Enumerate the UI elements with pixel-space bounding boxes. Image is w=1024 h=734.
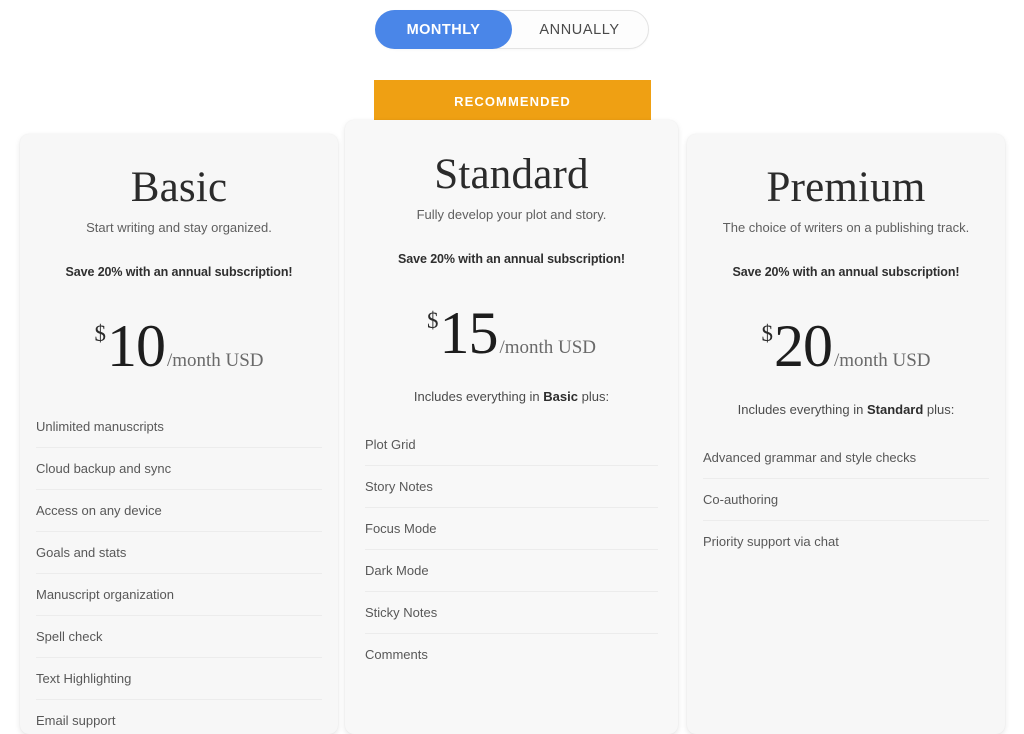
price-amount: 20 <box>773 313 833 379</box>
toggle-option-monthly[interactable]: MONTHLY <box>375 10 512 49</box>
plan-content-premium: Premium The choice of writers on a publi… <box>687 166 1005 417</box>
plan-content-standard: Standard Fully develop your plot and sto… <box>345 153 678 404</box>
plan-content-basic: Basic Start writing and stay organized. … <box>20 166 338 376</box>
annual-savings-note: Save 20% with an annual subscription! <box>65 265 293 279</box>
price-amount: 15 <box>439 300 498 366</box>
includes-suffix: plus: <box>577 389 610 404</box>
feature-item: Cloud backup and sync <box>36 448 322 490</box>
feature-item: Dark Mode <box>365 550 658 592</box>
includes-suffix: plus: <box>923 402 955 417</box>
feature-item: Access on any device <box>36 490 322 532</box>
feature-item: Focus Mode <box>365 508 658 550</box>
feature-item: Advanced grammar and style checks <box>703 437 989 479</box>
toggle-option-annually[interactable]: ANNUALLY <box>511 11 648 48</box>
feature-item: Manuscript organization <box>36 574 322 616</box>
feature-list: Advanced grammar and style checks Co-aut… <box>687 437 1005 562</box>
includes-prefix: Includes everything in <box>737 402 867 417</box>
plan-price: $ 20 /month USD <box>711 316 981 376</box>
plan-tagline: Start writing and stay organized. <box>86 220 272 235</box>
price-currency-symbol: $ <box>426 308 439 333</box>
feature-item: Comments <box>365 647 428 662</box>
recommended-badge: RECOMMENDED <box>374 80 651 122</box>
includes-plan-reference: Standard <box>866 402 924 417</box>
includes-plan-reference: Basic <box>543 389 578 404</box>
feature-item: Text Highlighting <box>36 658 322 700</box>
feature-list: Unlimited manuscripts Cloud backup and s… <box>20 406 338 734</box>
billing-period-toggle[interactable]: MONTHLY ANNUALLY <box>375 10 649 49</box>
feature-item: Sticky Notes <box>365 592 658 634</box>
plan-tagline: Fully develop your plot and story. <box>416 207 607 222</box>
plan-price: $ 10 /month USD <box>44 316 314 376</box>
feature-item: Spell check <box>36 616 322 658</box>
plan-title: Premium <box>766 164 926 211</box>
pricing-card-premium[interactable]: Premium The choice of writers on a publi… <box>687 134 1005 734</box>
feature-item: Co-authoring <box>703 479 989 521</box>
includes-prefix: Includes everything in <box>413 389 544 404</box>
plan-price: $ 15 /month USD <box>369 303 654 363</box>
feature-item: Plot Grid <box>365 424 658 466</box>
pricing-card-standard[interactable]: Standard Fully develop your plot and sto… <box>345 120 678 734</box>
feature-item: Story Notes <box>365 466 658 508</box>
includes-line: Includes everything in Basic plus: <box>369 389 654 404</box>
price-currency-symbol: $ <box>761 321 773 346</box>
feature-item: Priority support via chat <box>703 534 839 549</box>
annual-savings-note: Save 20% with an annual subscription! <box>732 265 960 279</box>
price-period: /month USD <box>833 350 931 371</box>
plan-tagline: The choice of writers on a publishing tr… <box>722 220 970 235</box>
feature-list: Plot Grid Story Notes Focus Mode Dark Mo… <box>345 424 678 675</box>
plan-title: Basic <box>130 164 228 211</box>
price-period: /month USD <box>499 337 597 358</box>
price-amount: 10 <box>106 313 166 379</box>
feature-item: Unlimited manuscripts <box>36 406 322 448</box>
feature-item: Goals and stats <box>36 532 322 574</box>
includes-line: Includes everything in Standard plus: <box>711 402 981 417</box>
plan-title: Standard <box>434 151 589 198</box>
feature-item: Email support <box>36 713 116 728</box>
annual-savings-note: Save 20% with an annual subscription! <box>398 252 625 266</box>
price-period: /month USD <box>166 350 264 371</box>
pricing-card-basic[interactable]: Basic Start writing and stay organized. … <box>20 134 338 734</box>
price-currency-symbol: $ <box>94 321 106 346</box>
